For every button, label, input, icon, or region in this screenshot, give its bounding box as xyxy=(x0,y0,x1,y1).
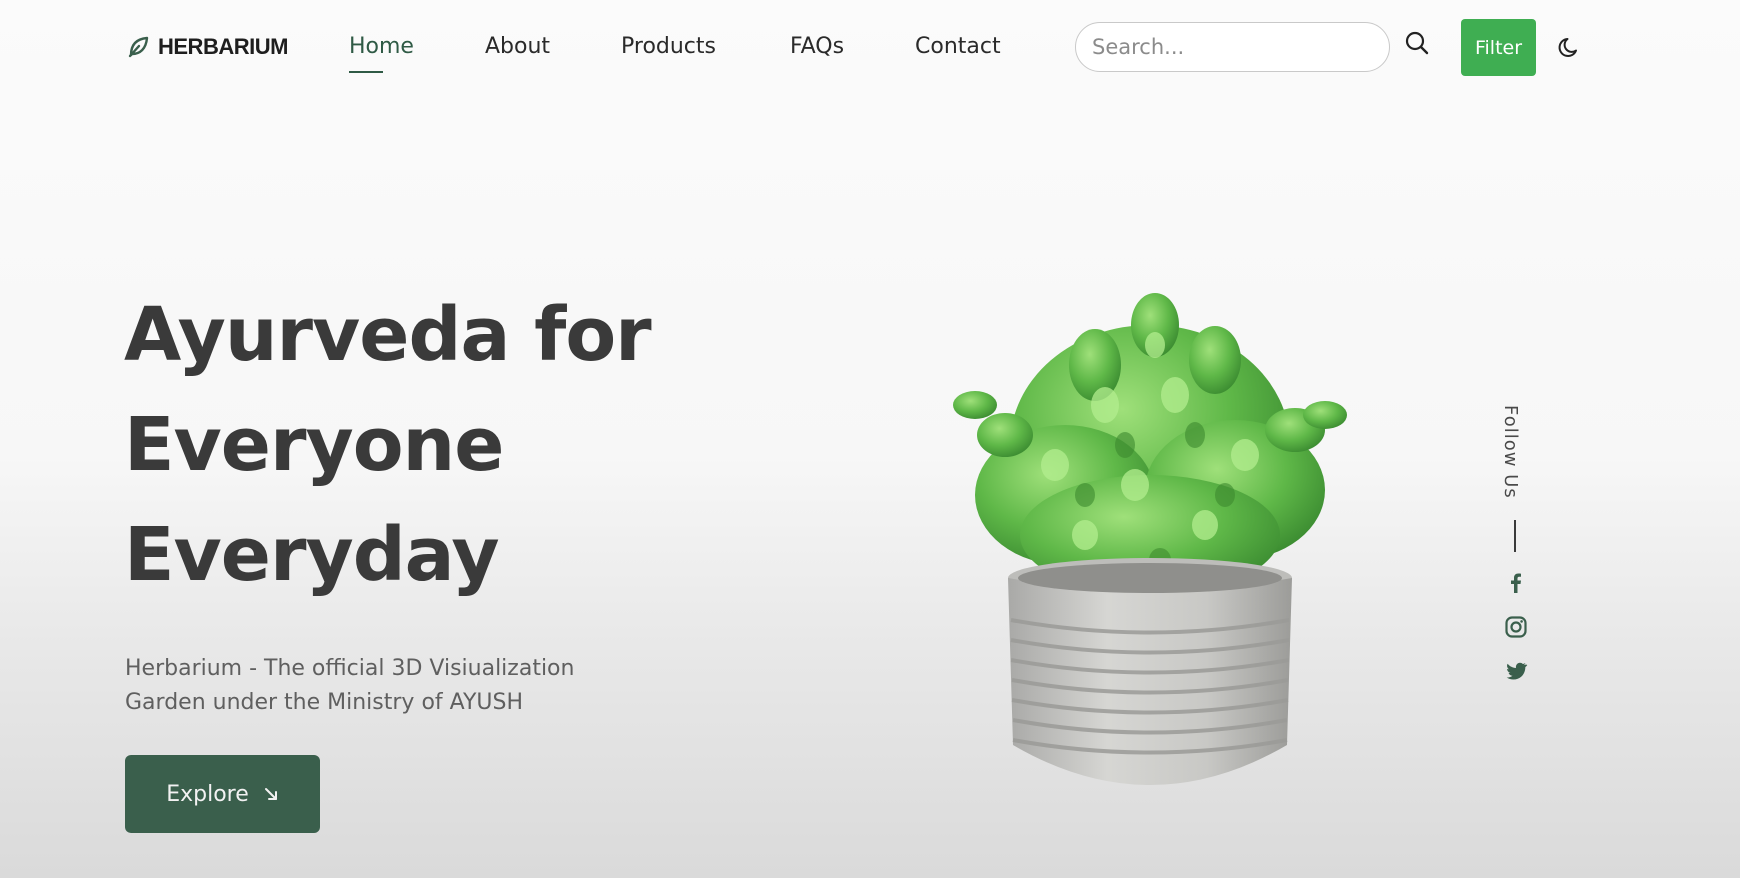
follow-divider xyxy=(1514,520,1516,552)
top-navbar: HERBARIUM Home About Products FAQs Conta… xyxy=(0,0,1740,95)
moon-icon xyxy=(1558,38,1577,57)
potted-plant-image xyxy=(953,293,1347,785)
search-box xyxy=(1075,22,1390,72)
hero-title-line-3: Everyday xyxy=(124,512,500,598)
explore-button-label: Explore xyxy=(166,781,249,807)
nav-item-products[interactable]: Products xyxy=(621,34,716,59)
leaf-icon xyxy=(128,36,149,58)
search-icon xyxy=(1405,31,1429,55)
arrow-down-right-icon xyxy=(264,788,277,800)
explore-button[interactable]: Explore xyxy=(125,755,320,833)
hero-subtitle: Herbarium - The official 3D Visiualizati… xyxy=(125,656,575,715)
facebook-link[interactable] xyxy=(1503,570,1529,596)
follow-us-label: Follow Us xyxy=(1500,405,1521,499)
instagram-icon xyxy=(1505,616,1527,638)
nav-item-faqs[interactable]: FAQs xyxy=(790,34,844,59)
nav-item-home[interactable]: Home xyxy=(349,34,414,59)
nav-active-indicator xyxy=(349,71,383,73)
search-input[interactable] xyxy=(1076,23,1389,71)
theme-toggle-button[interactable] xyxy=(1557,34,1585,62)
nav-item-contact[interactable]: Contact xyxy=(915,34,1001,59)
search-button[interactable] xyxy=(1404,30,1434,60)
twitter-icon xyxy=(1506,662,1528,680)
nav-item-about[interactable]: About xyxy=(485,34,550,59)
twitter-link[interactable] xyxy=(1503,658,1529,684)
brand-logo[interactable]: HERBARIUM xyxy=(126,34,288,60)
facebook-icon xyxy=(1511,573,1521,593)
brand-name: HERBARIUM xyxy=(158,34,288,59)
filter-button[interactable]: Filter xyxy=(1461,19,1536,76)
hero-title: Ayurveda for Everyone Everyday xyxy=(124,280,652,610)
hero-title-line-2: Everyone xyxy=(124,402,504,488)
instagram-link[interactable] xyxy=(1503,614,1529,640)
hero-title-line-1: Ayurveda for xyxy=(124,292,652,378)
